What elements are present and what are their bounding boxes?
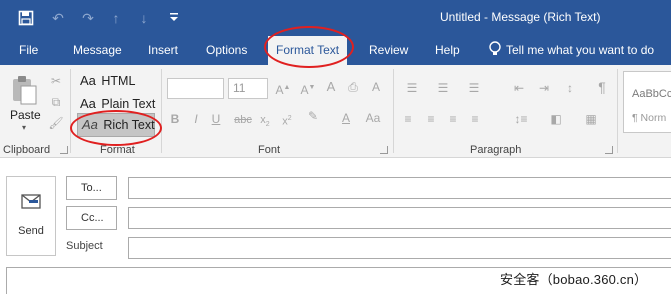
window-title: Untitled - Message (Rich Text) bbox=[440, 10, 601, 24]
font-name-dropdown[interactable] bbox=[167, 78, 224, 99]
clear-formatting-icon[interactable]: A bbox=[324, 79, 338, 95]
format-html-option[interactable]: Aa HTML bbox=[80, 73, 135, 88]
bold-icon[interactable]: B bbox=[168, 111, 182, 127]
borders-icon[interactable]: ▦ bbox=[580, 111, 602, 127]
strikethrough-icon[interactable]: abc bbox=[234, 112, 252, 128]
group-label-paragraph: Paragraph bbox=[470, 144, 522, 156]
align-right-icon[interactable]: ≡ bbox=[445, 111, 461, 127]
paste-icon[interactable] bbox=[10, 73, 40, 107]
group-divider bbox=[161, 69, 162, 153]
lightbulb-icon bbox=[488, 40, 502, 58]
tab-insert[interactable]: Insert bbox=[148, 43, 178, 57]
styles-preview: AaBbCc bbox=[632, 88, 671, 100]
align-left-icon[interactable]: ≡ bbox=[400, 111, 416, 127]
font-color-icon[interactable]: A bbox=[338, 110, 354, 126]
multilevel-list-icon[interactable]: ☰ bbox=[463, 80, 485, 96]
group-label-clipboard: Clipboard bbox=[3, 144, 51, 156]
chevron-down-icon[interactable]: ▾ bbox=[22, 123, 26, 132]
to-button[interactable]: To... bbox=[66, 176, 117, 200]
ribbon-tab-row: File Message Insert Options Format Text … bbox=[0, 36, 671, 65]
underline-icon[interactable]: U bbox=[209, 111, 223, 127]
undo-icon[interactable]: ↶ bbox=[48, 8, 68, 28]
cut-icon[interactable]: ✂ bbox=[48, 73, 64, 89]
paragraph-launcher-icon[interactable] bbox=[605, 146, 613, 154]
save-icon[interactable] bbox=[16, 8, 36, 28]
numbering-icon[interactable]: ☰ bbox=[432, 80, 454, 96]
to-field[interactable] bbox=[128, 177, 671, 199]
grow-font-icon[interactable]: A▲ bbox=[275, 80, 291, 98]
customize-qat-icon[interactable] bbox=[164, 8, 184, 28]
sort-icon[interactable]: ↕ bbox=[561, 80, 579, 96]
highlight-icon[interactable]: ✎ bbox=[303, 108, 323, 124]
style-normal-label: ¶ Norm bbox=[632, 112, 667, 124]
bullets-icon[interactable]: ☰ bbox=[401, 80, 423, 96]
copy-icon[interactable]: ⧉ bbox=[48, 94, 64, 110]
tab-message[interactable]: Message bbox=[73, 43, 122, 57]
ribbon: Paste ▾ ✂ ⧉ 🖌 Clipboard Aa HTML Aa Plain… bbox=[0, 65, 671, 158]
arrow-up-icon[interactable]: ↑ bbox=[106, 8, 126, 28]
group-divider bbox=[393, 69, 394, 153]
tab-options[interactable]: Options bbox=[206, 43, 247, 57]
italic-icon[interactable]: I bbox=[189, 111, 203, 127]
tab-file[interactable]: File bbox=[19, 43, 38, 57]
font-size-dropdown[interactable]: 11 bbox=[228, 78, 268, 99]
send-icon bbox=[19, 193, 43, 213]
cc-field[interactable] bbox=[128, 207, 671, 229]
align-center-icon[interactable]: ≡ bbox=[423, 111, 439, 127]
tab-review[interactable]: Review bbox=[369, 43, 408, 57]
subject-label: Subject bbox=[66, 240, 103, 252]
tell-me-search[interactable]: Tell me what you want to do bbox=[506, 43, 654, 57]
send-label: Send bbox=[18, 225, 44, 237]
format-painter-icon[interactable]: 🖌 bbox=[48, 115, 64, 131]
arrow-down-icon[interactable]: ↓ bbox=[134, 8, 154, 28]
format-rich-text-option[interactable]: Aa Rich Text bbox=[77, 113, 155, 137]
group-label-font: Font bbox=[258, 144, 281, 156]
group-divider bbox=[70, 69, 71, 153]
format-plain-text-option[interactable]: Aa Plain Text bbox=[80, 96, 155, 111]
increase-indent-icon[interactable]: ⇥ bbox=[535, 80, 553, 96]
subject-field[interactable] bbox=[128, 237, 671, 259]
title-bar: ↶ ↷ ↑ ↓ Untitled - Message (Rich Text) bbox=[0, 0, 671, 36]
watermark: 安全客（bobao.360.cn） bbox=[500, 272, 648, 287]
redo-icon[interactable]: ↷ bbox=[78, 8, 98, 28]
shading-icon[interactable]: ◧ bbox=[545, 111, 567, 127]
change-case-icon[interactable]: Aa bbox=[365, 110, 381, 126]
text-style-icon[interactable]: A bbox=[367, 79, 385, 95]
group-divider bbox=[617, 69, 618, 153]
clipboard-launcher-icon[interactable] bbox=[60, 146, 68, 154]
group-label-format: Format bbox=[100, 144, 135, 156]
superscript-icon[interactable]: x2 bbox=[280, 111, 294, 130]
cc-button[interactable]: Cc... bbox=[66, 206, 117, 230]
line-spacing-icon[interactable]: ↕≡ bbox=[510, 111, 532, 127]
tab-format-text[interactable]: Format Text bbox=[268, 36, 348, 65]
font-launcher-icon[interactable] bbox=[380, 146, 388, 154]
character-style-icon[interactable]: ⎙ bbox=[344, 79, 362, 95]
paste-button[interactable]: Paste bbox=[10, 108, 41, 122]
decrease-indent-icon[interactable]: ⇤ bbox=[510, 80, 528, 96]
justify-icon[interactable]: ≡ bbox=[467, 111, 483, 127]
send-button[interactable]: Send bbox=[6, 176, 56, 256]
tab-help[interactable]: Help bbox=[435, 43, 460, 57]
show-marks-icon[interactable]: ¶ bbox=[594, 79, 610, 95]
shrink-font-icon[interactable]: A▼ bbox=[300, 80, 316, 98]
styles-gallery[interactable]: AaBbCc ¶ Norm bbox=[623, 71, 671, 133]
subscript-icon[interactable]: x2 bbox=[258, 112, 272, 133]
